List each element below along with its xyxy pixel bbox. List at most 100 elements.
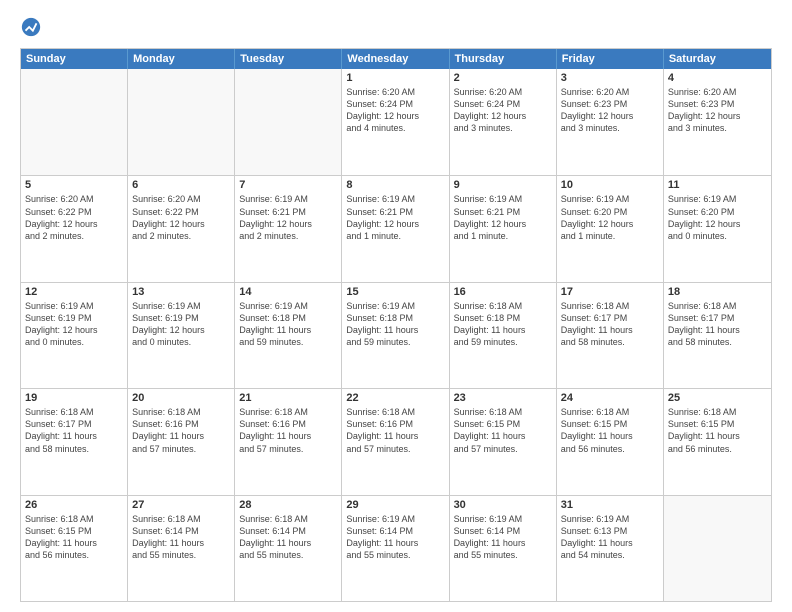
calendar-cell: 27 Sunrise: 6:18 AMSunset: 6:14 PMDayligh…: [128, 496, 235, 601]
day-number: 28: [239, 499, 337, 511]
calendar-cell: 20Sunrise: 6:18 AMSunset: 6:16 PMDayligh…: [128, 389, 235, 494]
calendar-cell: 31Sunrise: 6:19 AMSunset: 6:13 PMDayligh…: [557, 496, 664, 601]
calendar-row: 1 Sunrise: 6:20 AMSunset: 6:24 PMDaylight…: [21, 69, 771, 175]
cell-info: Sunrise: 6:19 AMSunset: 6:20 PMDaylight:…: [668, 193, 767, 242]
calendar-cell: 28 Sunrise: 6:18 AMSunset: 6:14 PMDayligh…: [235, 496, 342, 601]
page-header: [20, 16, 772, 38]
calendar-cell: 4 Sunrise: 6:20 AMSunset: 6:23 PMDaylight…: [664, 69, 771, 175]
cell-info: Sunrise: 6:19 AMSunset: 6:19 PMDaylight:…: [25, 300, 123, 349]
day-number: 11: [668, 179, 767, 191]
weekday-header: Tuesday: [235, 49, 342, 69]
calendar-cell: 2 Sunrise: 6:20 AMSunset: 6:24 PMDaylight…: [450, 69, 557, 175]
cell-info: Sunrise: 6:18 AMSunset: 6:14 PMDaylight:…: [239, 513, 337, 562]
calendar-cell: 29Sunrise: 6:19 AMSunset: 6:14 PMDayligh…: [342, 496, 449, 601]
day-number: 12: [25, 286, 123, 298]
calendar-cell: 14 Sunrise: 6:19 AMSunset: 6:18 PMDayligh…: [235, 283, 342, 388]
cell-info: Sunrise: 6:18 AMSunset: 6:14 PMDaylight:…: [132, 513, 230, 562]
calendar-cell: 19Sunrise: 6:18 AMSunset: 6:17 PMDayligh…: [21, 389, 128, 494]
calendar-body: 1 Sunrise: 6:20 AMSunset: 6:24 PMDaylight…: [21, 69, 771, 601]
cell-info: Sunrise: 6:19 AMSunset: 6:21 PMDaylight:…: [346, 193, 444, 242]
day-number: 25: [668, 392, 767, 404]
calendar-row: 26 Sunrise: 6:18 AMSunset: 6:15 PMDayligh…: [21, 495, 771, 601]
cell-info: Sunrise: 6:19 AMSunset: 6:18 PMDaylight:…: [239, 300, 337, 349]
calendar-cell: 10 Sunrise: 6:19 AMSunset: 6:20 PMDayligh…: [557, 176, 664, 281]
day-number: 30: [454, 499, 552, 511]
weekday-header: Friday: [557, 49, 664, 69]
calendar-cell: 18 Sunrise: 6:18 AMSunset: 6:17 PMDayligh…: [664, 283, 771, 388]
calendar-header: SundayMondayTuesdayWednesdayThursdayFrid…: [21, 49, 771, 69]
calendar-cell: 17Sunrise: 6:18 AMSunset: 6:17 PMDayligh…: [557, 283, 664, 388]
day-number: 4: [668, 72, 767, 84]
cell-info: Sunrise: 6:20 AMSunset: 6:22 PMDaylight:…: [25, 193, 123, 242]
day-number: 9: [454, 179, 552, 191]
cell-info: Sunrise: 6:19 AMSunset: 6:19 PMDaylight:…: [132, 300, 230, 349]
weekday-header: Wednesday: [342, 49, 449, 69]
cell-info: Sunrise: 6:19 AMSunset: 6:20 PMDaylight:…: [561, 193, 659, 242]
cell-info: Sunrise: 6:20 AMSunset: 6:23 PMDaylight:…: [668, 86, 767, 135]
calendar-cell: 9Sunrise: 6:19 AMSunset: 6:21 PMDaylight…: [450, 176, 557, 281]
day-number: 2: [454, 72, 552, 84]
day-number: 15: [346, 286, 444, 298]
calendar-cell: [664, 496, 771, 601]
cell-info: Sunrise: 6:18 AMSunset: 6:17 PMDaylight:…: [25, 406, 123, 455]
day-number: 18: [668, 286, 767, 298]
cell-info: Sunrise: 6:20 AMSunset: 6:24 PMDaylight:…: [346, 86, 444, 135]
logo-icon: [20, 16, 42, 38]
calendar-cell: 23 Sunrise: 6:18 AMSunset: 6:15 PMDayligh…: [450, 389, 557, 494]
cell-info: Sunrise: 6:18 AMSunset: 6:15 PMDaylight:…: [668, 406, 767, 455]
weekday-header: Sunday: [21, 49, 128, 69]
day-number: 21: [239, 392, 337, 404]
cell-info: Sunrise: 6:19 AMSunset: 6:13 PMDaylight:…: [561, 513, 659, 562]
calendar-row: 19Sunrise: 6:18 AMSunset: 6:17 PMDayligh…: [21, 388, 771, 494]
day-number: 10: [561, 179, 659, 191]
calendar-cell: 22Sunrise: 6:18 AMSunset: 6:16 PMDayligh…: [342, 389, 449, 494]
calendar-cell: 15Sunrise: 6:19 AMSunset: 6:18 PMDayligh…: [342, 283, 449, 388]
calendar-cell: 11 Sunrise: 6:19 AMSunset: 6:20 PMDayligh…: [664, 176, 771, 281]
calendar-cell: 3 Sunrise: 6:20 AMSunset: 6:23 PMDaylight…: [557, 69, 664, 175]
cell-info: Sunrise: 6:18 AMSunset: 6:15 PMDaylight:…: [454, 406, 552, 455]
cell-info: Sunrise: 6:18 AMSunset: 6:16 PMDaylight:…: [346, 406, 444, 455]
logo: [20, 16, 46, 38]
day-number: 8: [346, 179, 444, 191]
day-number: 7: [239, 179, 337, 191]
cell-info: Sunrise: 6:20 AMSunset: 6:22 PMDaylight:…: [132, 193, 230, 242]
calendar-cell: 1 Sunrise: 6:20 AMSunset: 6:24 PMDaylight…: [342, 69, 449, 175]
calendar: SundayMondayTuesdayWednesdayThursdayFrid…: [20, 48, 772, 602]
calendar-cell: 25 Sunrise: 6:18 AMSunset: 6:15 PMDayligh…: [664, 389, 771, 494]
cell-info: Sunrise: 6:18 AMSunset: 6:17 PMDaylight:…: [561, 300, 659, 349]
cell-info: Sunrise: 6:19 AMSunset: 6:21 PMDaylight:…: [239, 193, 337, 242]
calendar-row: 5Sunrise: 6:20 AMSunset: 6:22 PMDaylight…: [21, 175, 771, 281]
calendar-row: 12 Sunrise: 6:19 AMSunset: 6:19 PMDayligh…: [21, 282, 771, 388]
calendar-cell: 12 Sunrise: 6:19 AMSunset: 6:19 PMDayligh…: [21, 283, 128, 388]
day-number: 20: [132, 392, 230, 404]
calendar-cell: [235, 69, 342, 175]
cell-info: Sunrise: 6:18 AMSunset: 6:18 PMDaylight:…: [454, 300, 552, 349]
calendar-cell: [128, 69, 235, 175]
day-number: 6: [132, 179, 230, 191]
cell-info: Sunrise: 6:18 AMSunset: 6:16 PMDaylight:…: [239, 406, 337, 455]
cell-info: Sunrise: 6:20 AMSunset: 6:23 PMDaylight:…: [561, 86, 659, 135]
calendar-cell: 7 Sunrise: 6:19 AMSunset: 6:21 PMDaylight…: [235, 176, 342, 281]
calendar-cell: [21, 69, 128, 175]
calendar-cell: 6 Sunrise: 6:20 AMSunset: 6:22 PMDaylight…: [128, 176, 235, 281]
cell-info: Sunrise: 6:19 AMSunset: 6:14 PMDaylight:…: [454, 513, 552, 562]
cell-info: Sunrise: 6:18 AMSunset: 6:15 PMDaylight:…: [25, 513, 123, 562]
cell-info: Sunrise: 6:19 AMSunset: 6:14 PMDaylight:…: [346, 513, 444, 562]
weekday-header: Monday: [128, 49, 235, 69]
calendar-cell: 8 Sunrise: 6:19 AMSunset: 6:21 PMDaylight…: [342, 176, 449, 281]
day-number: 1: [346, 72, 444, 84]
day-number: 26: [25, 499, 123, 511]
day-number: 14: [239, 286, 337, 298]
day-number: 3: [561, 72, 659, 84]
calendar-cell: 26 Sunrise: 6:18 AMSunset: 6:15 PMDayligh…: [21, 496, 128, 601]
day-number: 23: [454, 392, 552, 404]
calendar-cell: 16Sunrise: 6:18 AMSunset: 6:18 PMDayligh…: [450, 283, 557, 388]
cell-info: Sunrise: 6:20 AMSunset: 6:24 PMDaylight:…: [454, 86, 552, 135]
day-number: 27: [132, 499, 230, 511]
cell-info: Sunrise: 6:18 AMSunset: 6:17 PMDaylight:…: [668, 300, 767, 349]
calendar-cell: 5Sunrise: 6:20 AMSunset: 6:22 PMDaylight…: [21, 176, 128, 281]
weekday-header: Saturday: [664, 49, 771, 69]
calendar-cell: 13Sunrise: 6:19 AMSunset: 6:19 PMDayligh…: [128, 283, 235, 388]
weekday-header: Thursday: [450, 49, 557, 69]
calendar-cell: 21 Sunrise: 6:18 AMSunset: 6:16 PMDayligh…: [235, 389, 342, 494]
